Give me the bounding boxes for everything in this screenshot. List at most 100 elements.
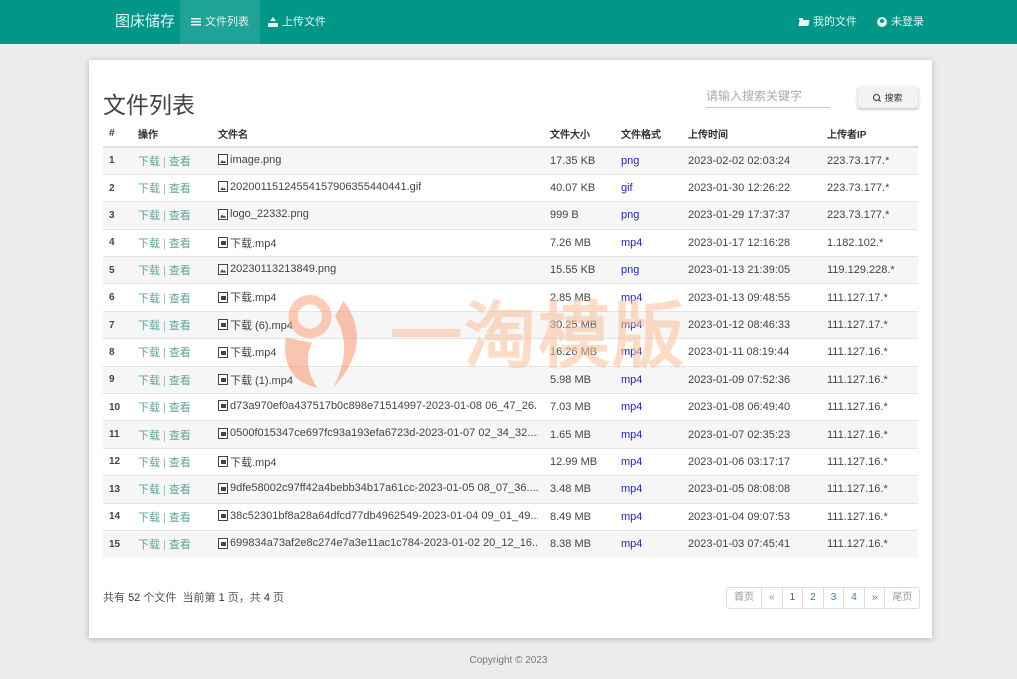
row-size: 15.55 KB xyxy=(544,256,615,284)
pager-page-4[interactable]: 4 xyxy=(843,588,864,608)
format-link[interactable]: mp4 xyxy=(621,456,642,468)
table-row: 3 下载 | 查看 logo_22332.png 999 Bpng 2023-01-29 1… xyxy=(103,201,918,230)
download-link[interactable]: 下载 xyxy=(138,512,160,524)
download-link[interactable]: 下载 xyxy=(138,375,160,387)
view-link[interactable]: 查看 xyxy=(169,457,191,469)
row-filename: 20200115124554157906355440441.gif xyxy=(212,173,544,202)
pagination: 首页 « 1 2 3 4 » 尾页 xyxy=(726,587,921,609)
row-uploader-ip: 223.73.177.* xyxy=(821,146,918,175)
col-header-uploader-ip[interactable]: 上传者IP xyxy=(821,120,918,148)
format-link[interactable]: gif xyxy=(621,182,633,194)
view-link[interactable]: 查看 xyxy=(169,238,191,250)
format-link[interactable]: mp4 xyxy=(621,346,642,358)
action-separator: | xyxy=(163,511,166,524)
row-format: mp4 xyxy=(615,420,682,449)
col-header-size[interactable]: 文件大小 xyxy=(544,120,615,148)
nav-upload-file[interactable]: 上传文件 xyxy=(257,0,337,44)
view-link[interactable]: 查看 xyxy=(169,539,191,551)
col-header-upload-time[interactable]: 上传时间 xyxy=(682,120,821,148)
view-link[interactable]: 查看 xyxy=(169,210,191,222)
download-link[interactable]: 下载 xyxy=(138,347,160,359)
video-file-icon xyxy=(218,400,228,412)
format-link[interactable]: mp4 xyxy=(621,483,642,495)
row-size: 8.38 MB xyxy=(544,529,615,558)
download-link[interactable]: 下载 xyxy=(138,457,160,469)
format-link[interactable]: mp4 xyxy=(621,401,642,413)
nav-file-list-label: 文件列表 xyxy=(205,16,249,28)
format-link[interactable]: mp4 xyxy=(621,292,642,304)
format-link[interactable]: mp4 xyxy=(621,511,642,523)
format-link[interactable]: mp4 xyxy=(621,429,642,441)
format-link[interactable]: mp4 xyxy=(621,538,642,550)
view-link[interactable]: 查看 xyxy=(169,293,191,305)
view-link[interactable]: 查看 xyxy=(169,265,191,277)
search-button[interactable]: 搜索 xyxy=(858,87,918,108)
row-format: mp4 xyxy=(615,365,682,394)
row-filename: 下载.mp4 xyxy=(212,228,544,257)
view-link[interactable]: 查看 xyxy=(169,347,191,359)
pager-next[interactable]: » xyxy=(863,588,885,608)
row-filename: 下载.mp4 xyxy=(212,447,544,476)
row-actions: 下载 | 查看 xyxy=(132,283,212,312)
nav-login-status[interactable]: 未登录 xyxy=(866,0,935,44)
brand-title[interactable]: 图床储存 xyxy=(115,0,175,44)
view-link[interactable]: 查看 xyxy=(169,402,191,414)
view-link[interactable]: 查看 xyxy=(169,375,191,387)
download-link[interactable]: 下载 xyxy=(138,430,160,442)
search-input[interactable] xyxy=(706,84,830,108)
format-link[interactable]: mp4 xyxy=(621,374,642,386)
format-link[interactable]: mp4 xyxy=(621,319,642,331)
view-link[interactable]: 查看 xyxy=(169,484,191,496)
row-filename: 0500f015347ce697fc93a193efa6723d-2023-01… xyxy=(212,420,544,449)
download-link[interactable]: 下载 xyxy=(138,156,160,168)
nav-file-list[interactable]: 文件列表 xyxy=(180,0,260,44)
pager-page-2[interactable]: 2 xyxy=(802,588,823,608)
view-link[interactable]: 查看 xyxy=(169,430,191,442)
video-file-icon xyxy=(218,427,228,439)
row-format: png xyxy=(615,146,682,175)
table-row: 9 下载 | 查看 下载 (1).mp4 5.98 MB mp4 2023-01-09 07:… xyxy=(103,365,918,394)
download-link[interactable]: 下载 xyxy=(138,265,160,277)
download-link[interactable]: 下载 xyxy=(138,539,160,551)
summary-pages-suffix: 页 xyxy=(273,592,284,604)
download-link[interactable]: 下载 xyxy=(138,320,160,332)
download-link[interactable]: 下载 xyxy=(138,402,160,414)
format-link[interactable]: png xyxy=(621,264,639,276)
row-format: mp4 xyxy=(615,393,682,421)
view-link[interactable]: 查看 xyxy=(169,320,191,332)
row-index: 14 xyxy=(103,502,132,531)
col-header-index: # xyxy=(103,120,132,148)
video-file-icon xyxy=(218,482,228,494)
format-link[interactable]: png xyxy=(621,209,639,221)
pager-first[interactable]: 首页 xyxy=(727,588,761,608)
video-file-icon xyxy=(218,456,228,468)
format-link[interactable]: png xyxy=(621,155,639,167)
row-upload-time: 2023-01-30 12:26:22 xyxy=(682,173,821,202)
download-link[interactable]: 下载 xyxy=(138,238,160,250)
nav-my-files[interactable]: 我的文件 xyxy=(788,0,868,44)
filename-text: logo_22332.png xyxy=(230,208,309,221)
pager-page-3[interactable]: 3 xyxy=(822,588,844,608)
page-title: 文件列表 xyxy=(103,92,195,118)
col-header-filename[interactable]: 文件名 xyxy=(212,120,544,148)
pager-prev[interactable]: « xyxy=(761,588,782,608)
download-link[interactable]: 下载 xyxy=(138,293,160,305)
action-separator: | xyxy=(163,456,166,469)
row-index: 8 xyxy=(103,338,132,367)
row-actions: 下载 | 查看 xyxy=(132,201,212,230)
view-link[interactable]: 查看 xyxy=(169,183,191,195)
download-link[interactable]: 下载 xyxy=(138,484,160,496)
file-list-card: 文件列表 搜索 # 操作 文件名 文件大小 文件格式 上传时间 上传者IP 1下… xyxy=(89,60,932,638)
view-link[interactable]: 查看 xyxy=(169,512,191,524)
row-uploader-ip: 111.127.16.* xyxy=(821,475,918,504)
download-link[interactable]: 下载 xyxy=(138,210,160,222)
pager-page-1[interactable]: 1 xyxy=(781,588,803,608)
format-link[interactable]: mp4 xyxy=(621,237,642,249)
row-actions: 下载 | 查看 xyxy=(132,529,212,558)
view-link[interactable]: 查看 xyxy=(169,156,191,168)
row-uploader-ip: 111.127.17.* xyxy=(821,310,918,339)
download-link[interactable]: 下载 xyxy=(138,183,160,195)
pager-last[interactable]: 尾页 xyxy=(884,588,919,608)
filename-text: 0500f015347ce697fc93a193efa6723d-2023-01… xyxy=(230,427,538,440)
col-header-format[interactable]: 文件格式 xyxy=(615,120,682,148)
